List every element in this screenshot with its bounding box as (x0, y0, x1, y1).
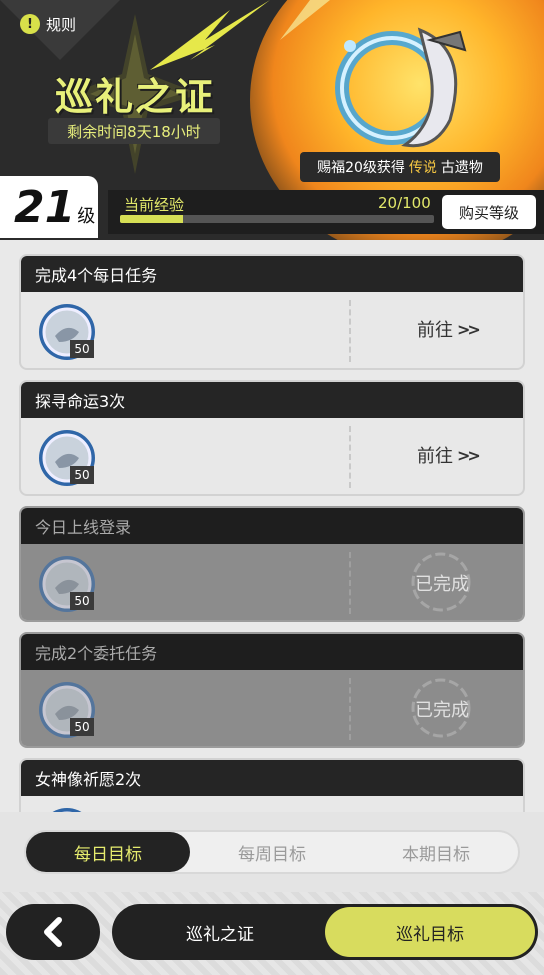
task-card: 女神像祈愿2次 (19, 758, 525, 812)
task-list[interactable]: 完成4个每日任务 50 前往 >> 探寻命运3次 50 前往 >> 今日上线登录 (0, 240, 544, 812)
task-title: 完成2个委托任务 (21, 634, 523, 670)
go-button[interactable]: 前往 >> (417, 442, 481, 468)
level-unit: 级 (77, 206, 96, 227)
xp-label: 当前经验 (124, 196, 185, 214)
bottom-nav: 巡礼之证 巡礼目标 (0, 892, 544, 975)
tab-weekly[interactable]: 每周目标 (190, 832, 354, 872)
buy-level-button[interactable]: 购买等级 (442, 195, 536, 229)
go-button[interactable]: 前往 >> (417, 316, 481, 342)
back-button[interactable] (6, 904, 100, 960)
reward-count: 50 (70, 592, 94, 610)
completed-label: 已完成 (415, 574, 469, 595)
dashed-divider (349, 552, 351, 614)
dashed-divider (349, 426, 351, 488)
info-icon: ! (20, 14, 40, 34)
artifact-blade-icon (335, 27, 467, 148)
reward-rarity: 传说 (408, 160, 437, 176)
reward-count: 50 (70, 340, 94, 358)
nav-tab-goals[interactable]: 巡礼目标 (325, 907, 535, 957)
reward-prefix: 赐福20级获得 (317, 160, 405, 176)
task-title: 女神像祈愿2次 (21, 760, 523, 796)
dashed-divider (349, 300, 351, 362)
completed-label: 已完成 (415, 700, 469, 721)
chevron-left-icon (44, 917, 62, 947)
main-nav-tabs: 巡礼之证 巡礼目标 (112, 904, 538, 960)
level-number: 21 (14, 182, 76, 233)
goal-tabs: 每日目标 每周目标 本期目标 (24, 830, 520, 874)
xp-panel: 当前经验 20/100 购买等级 (108, 190, 544, 234)
time-remaining: 剩余时间8天18小时 (48, 118, 220, 144)
goal-tabs-area: 每日目标 每周目标 本期目标 (0, 812, 544, 892)
go-label: 前往 (417, 446, 453, 467)
tab-season[interactable]: 本期目标 (354, 832, 518, 872)
task-card: 完成4个每日任务 50 前往 >> (19, 254, 525, 370)
nav-tab-pass[interactable]: 巡礼之证 (115, 907, 325, 957)
page-title: 巡礼之证 (54, 75, 215, 119)
double-chevron-right-icon: >> (457, 445, 481, 465)
reward-count: 50 (70, 466, 94, 484)
reward-count: 50 (70, 718, 94, 736)
xp-progress-bar (120, 215, 434, 223)
go-label: 前往 (417, 320, 453, 341)
double-chevron-right-icon: >> (457, 319, 481, 339)
level-badge: 21 级 (0, 176, 98, 238)
task-title: 完成4个每日任务 (21, 256, 523, 292)
task-title: 探寻命运3次 (21, 382, 523, 418)
xp-progress-fill (120, 215, 183, 223)
xp-value: 20/100 (378, 194, 431, 212)
task-title: 今日上线登录 (21, 508, 523, 544)
reward-banner: 赐福20级获得 传说 古遗物 (300, 152, 500, 182)
reward-item: 古遗物 (440, 160, 483, 176)
task-card-completed: 完成2个委托任务 50 已完成 (19, 632, 525, 748)
tab-daily[interactable]: 每日目标 (26, 832, 190, 872)
dashed-divider (349, 678, 351, 740)
task-card-completed: 今日上线登录 50 已完成 (19, 506, 525, 622)
task-card: 探寻命运3次 50 前往 >> (19, 380, 525, 496)
